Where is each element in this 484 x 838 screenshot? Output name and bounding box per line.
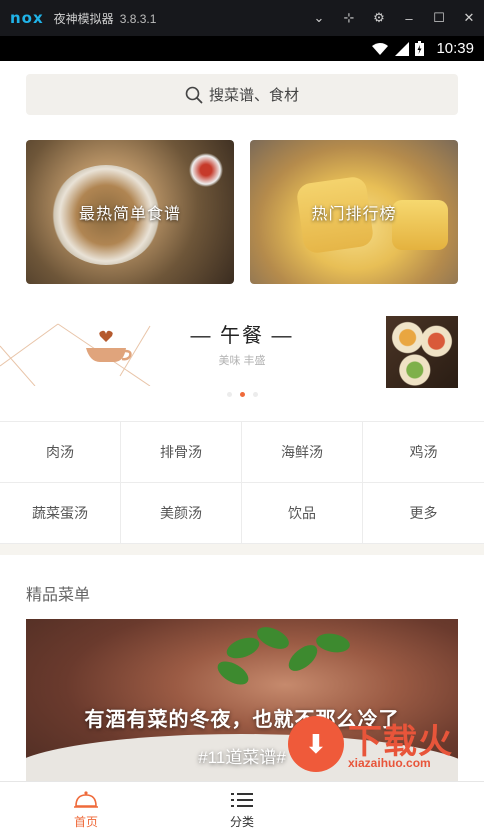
watermark-logo: ⬇ 下载火 xiazaihuo.com xyxy=(286,712,484,777)
maximize-icon[interactable]: ☐ xyxy=(432,10,446,26)
emulator-title: 夜神模拟器 3.8.3.1 xyxy=(53,11,157,26)
emulator-logo: nox xyxy=(10,9,44,27)
bottom-navigation: 首页 分类 xyxy=(0,781,484,838)
signal-icon xyxy=(395,41,410,56)
search-icon xyxy=(185,86,203,103)
close-icon[interactable]: ✕ xyxy=(462,10,476,26)
search-bar[interactable]: 搜菜谱、食材 xyxy=(26,74,458,115)
carousel-dot[interactable] xyxy=(226,392,232,397)
meal-banner[interactable]: — 午餐 — 美味 丰盛 xyxy=(0,306,484,406)
hero-card-label: 热门排行榜 xyxy=(311,206,397,223)
flame-icon: ⬇ xyxy=(288,716,344,772)
category-item[interactable]: 蔬菜蛋汤 xyxy=(0,483,121,544)
emulator-version: 3.8.3.1 xyxy=(119,11,157,26)
nav-category[interactable]: 分类 xyxy=(197,790,287,830)
nav-label: 首页 xyxy=(73,815,98,829)
goji-bowl-photo xyxy=(186,150,226,190)
carousel-dot[interactable] xyxy=(252,392,258,397)
meal-thumbnail xyxy=(386,316,458,388)
hero-card-hot-ranking[interactable]: 热门排行榜 xyxy=(250,140,458,284)
nav-home[interactable]: 首页 xyxy=(41,790,131,830)
category-item[interactable]: 饮品 xyxy=(242,483,363,544)
category-item-more[interactable]: 更多 xyxy=(363,483,484,544)
list-icon xyxy=(231,793,253,807)
chevron-down-icon[interactable]: ⌄ xyxy=(312,10,326,26)
pin-icon[interactable]: ⊹ xyxy=(342,10,356,26)
emulator-title-bar: nox 夜神模拟器 3.8.3.1 ⌄ ⊹ ⚙ – ☐ ✕ xyxy=(0,0,484,36)
herb-garnish xyxy=(253,622,293,654)
android-status-bar: 10:39 xyxy=(0,36,484,61)
hero-card-simple-recipes[interactable]: 最热简单食谱 xyxy=(26,140,234,284)
carousel-dots xyxy=(0,392,484,397)
home-dome-icon xyxy=(74,791,98,808)
battery-icon xyxy=(415,41,425,56)
category-grid: 肉汤 排骨汤 海鲜汤 鸡汤 蔬菜蛋汤 美颜汤 饮品 更多 xyxy=(0,421,484,544)
category-item[interactable]: 肉汤 xyxy=(0,422,121,483)
carousel-dot-active[interactable] xyxy=(239,392,245,397)
section-title: 精品菜单 xyxy=(26,587,91,604)
status-time: 10:39 xyxy=(436,40,474,57)
herb-garnish xyxy=(223,633,263,663)
hero-card-label: 最热简单食谱 xyxy=(78,206,181,223)
wifi-icon xyxy=(372,42,389,55)
watermark-url: xiazaihuo.com xyxy=(348,756,431,770)
category-item[interactable]: 海鲜汤 xyxy=(242,422,363,483)
category-item[interactable]: 排骨汤 xyxy=(121,422,242,483)
category-item[interactable]: 美颜汤 xyxy=(121,483,242,544)
category-item[interactable]: 鸡汤 xyxy=(363,422,484,483)
herb-garnish xyxy=(284,640,322,676)
egg-roll-photo-2 xyxy=(392,200,448,250)
herb-garnish xyxy=(314,631,352,655)
section-divider xyxy=(0,544,484,555)
gear-icon[interactable]: ⚙ xyxy=(372,10,386,26)
search-placeholder: 搜菜谱、食材 xyxy=(208,87,299,104)
herb-garnish xyxy=(213,656,253,690)
nav-label: 分类 xyxy=(229,815,254,829)
minimize-icon[interactable]: – xyxy=(402,11,416,26)
